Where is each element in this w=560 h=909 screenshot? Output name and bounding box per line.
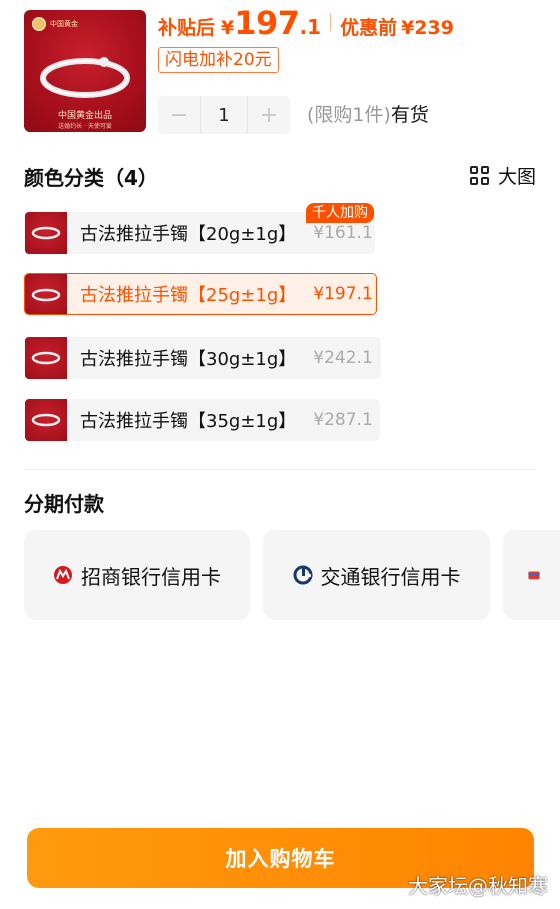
big-view-label: 大图: [498, 166, 537, 188]
price-decimal: .1: [299, 15, 322, 39]
variant-name: 古法推拉手镯【30g±1g】: [80, 349, 297, 370]
grid-icon: [470, 165, 490, 186]
variant-name: 古法推拉手镯【25g±1g】: [80, 285, 297, 306]
installment-bank-card-partial[interactable]: [503, 530, 560, 620]
increase-button[interactable]: +: [248, 96, 290, 134]
section-divider: [24, 469, 536, 470]
popular-badge: 千人加购: [306, 203, 374, 223]
installment-cmb-card[interactable]: 招商银行信用卡: [24, 530, 250, 620]
bank-icon: [528, 571, 540, 580]
variant-price: ¥287.1: [313, 410, 373, 430]
installment-bocom-card[interactable]: 交通银行信用卡: [263, 530, 490, 620]
variant-name: 古法推拉手镯【20g±1g】: [80, 224, 297, 245]
quantity-value[interactable]: 1: [200, 96, 248, 134]
variant-name: 古法推拉手镯【35g±1g】: [80, 411, 297, 432]
color-category-title: 颜色分类（4）: [24, 166, 158, 190]
installment-title: 分期付款: [24, 492, 104, 516]
variant-price: ¥197.1: [313, 284, 373, 304]
price-integer: 197: [234, 4, 300, 42]
bangle-icon: [40, 57, 130, 98]
original-price: ¥239: [401, 17, 454, 39]
product-image[interactable]: 中国黄金 中国黄金出品 送婚约长 · 天使可爱: [24, 10, 146, 132]
quantity-stepper: − 1 +: [158, 96, 290, 134]
variant-option-30g[interactable]: 古法推拉手镯【30g±1g】 ¥242.1: [24, 337, 381, 379]
subsidy-price-label: 补贴后: [158, 17, 216, 39]
image-caption: 中国黄金出品: [57, 111, 112, 121]
flash-subsidy-tag: 闪电加补20元: [158, 47, 279, 73]
variant-price: ¥242.1: [313, 348, 373, 368]
variant-thumbnail: [25, 212, 67, 254]
in-stock-label: 有货: [390, 104, 429, 126]
bank-name: 招商银行信用卡: [81, 564, 221, 589]
price-row: 补贴后 ¥ 197 .1 优惠前 ¥239: [158, 4, 454, 44]
variant-thumbnail: [25, 274, 67, 314]
brand-name: 中国黄金: [50, 19, 78, 28]
variant-thumbnail: [25, 399, 67, 441]
price-separator: [330, 13, 332, 31]
bocom-bank-icon: [293, 565, 312, 585]
variant-option-35g[interactable]: 古法推拉手镯【35g±1g】 ¥287.1: [24, 399, 380, 441]
original-price-label: 优惠前: [340, 17, 398, 39]
cmb-bank-icon: [54, 566, 72, 584]
bank-name: 交通银行信用卡: [320, 564, 461, 589]
image-subcaption: 送婚约长 · 天使可爱: [58, 123, 112, 130]
decrease-button[interactable]: −: [158, 96, 200, 134]
brand-logo: 中国黄金: [32, 17, 78, 31]
variant-price: ¥161.1: [313, 223, 373, 243]
purchase-limit: (限购1件): [307, 104, 391, 126]
watermark: 大家坛@秋知寒: [408, 874, 548, 898]
brand-logo-icon: [32, 17, 46, 31]
big-view-toggle[interactable]: 大图: [470, 162, 536, 189]
stock-status: (限购1件)有货: [307, 101, 429, 129]
variant-option-25g[interactable]: 古法推拉手镯【25g±1g】 ¥197.1: [24, 273, 377, 315]
variant-thumbnail: [25, 337, 67, 379]
currency-symbol: ¥: [221, 17, 235, 39]
